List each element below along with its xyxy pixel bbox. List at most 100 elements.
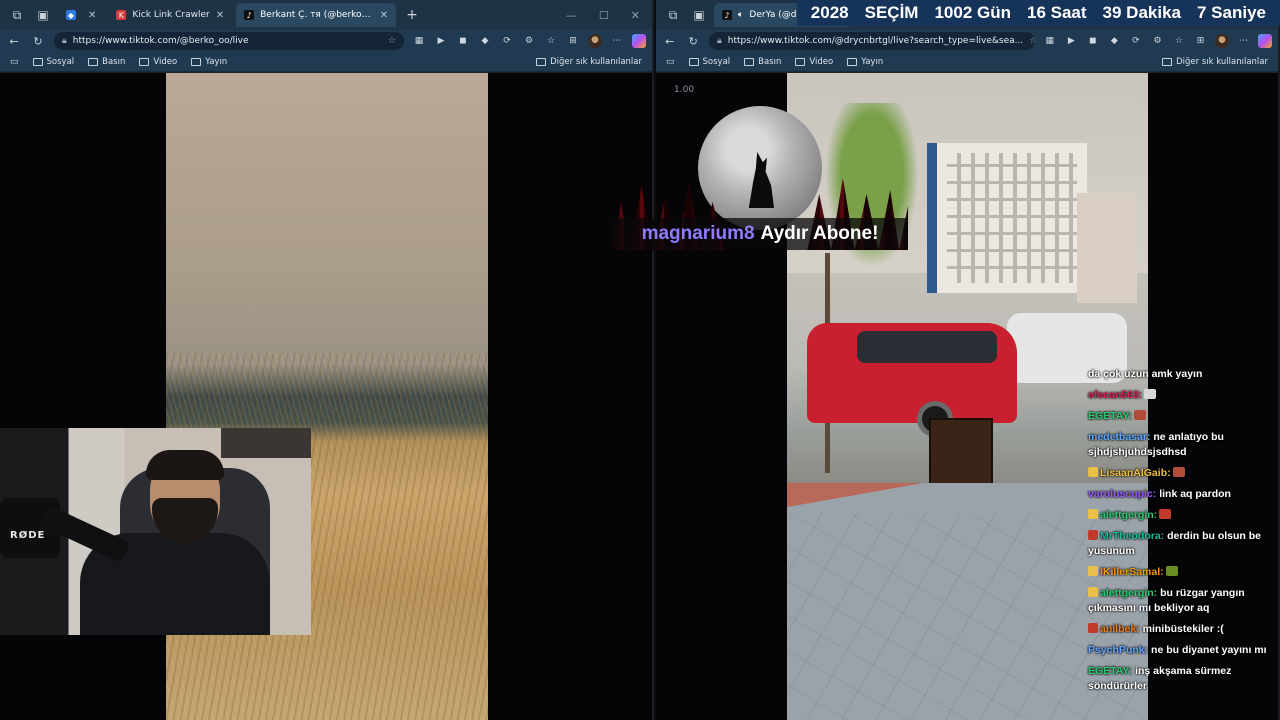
webcam-feed: RØDE (0, 428, 311, 635)
more-menu-icon[interactable]: ⋯ (610, 34, 624, 48)
refresh-icon[interactable]: ↻ (685, 33, 700, 49)
chat-badge-icon (1088, 530, 1098, 540)
tiktok-icon: ♪ (244, 10, 255, 20)
election-countdown: 2028 SEÇİM 1002 Gün 16 Saat 39 Dakika 7 … (796, 0, 1280, 26)
chat-message: efecan563: (1088, 388, 1278, 403)
address-bar[interactable]: 🔒︎ https://www.tiktok.com/@drycnbrtgl/li… (708, 32, 1035, 50)
red-car (807, 323, 1017, 437)
close-icon[interactable]: ✕ (88, 10, 96, 21)
extension-icon[interactable]: ⟳ (500, 34, 514, 48)
other-favorites[interactable]: Diğer sık kullanılanlar (536, 57, 642, 67)
close-icon[interactable]: ✕ (380, 10, 388, 21)
speaker-icon[interactable]: 🔈︎ (738, 10, 743, 20)
bookmark-basin[interactable]: Basın (744, 57, 781, 67)
new-tab-icon[interactable]: + (400, 7, 424, 23)
chat-message: anilbek: minibüstekiler :( (1088, 622, 1278, 637)
favorites-icon[interactable]: ☆ (1172, 34, 1186, 48)
bookmark-basin[interactable]: Basın (88, 57, 125, 67)
favorite-star-icon[interactable]: ☆ (1029, 36, 1035, 46)
extension-icon[interactable]: ▶ (1065, 34, 1079, 48)
chat-username: MrTheodora: (1100, 530, 1165, 542)
extension-icon[interactable]: ◼ (1086, 34, 1100, 48)
alert-username: magnarium8 (641, 223, 755, 244)
lock-icon: 🔒︎ (716, 36, 722, 46)
bookmark-video[interactable]: Video (795, 57, 833, 67)
favorite-star-icon[interactable]: ☆ (388, 36, 396, 46)
copilot-icon[interactable] (632, 34, 646, 48)
browser-window-left: ⧉ ▣ ◆ ✕ K Kick Link Crawler ✕ ♪ Berkant … (0, 0, 654, 720)
sidebar-toggle-icon[interactable]: ▭ (666, 57, 675, 67)
chat-message: MrTheodora: derdin bu olsun be yusunum (1088, 529, 1278, 559)
chat-username: anilbek: (1100, 623, 1140, 635)
address-bar[interactable]: 🔒︎ https://www.tiktok.com/@berko_oo/live… (54, 32, 404, 50)
chat-username: PsychPunk: (1088, 644, 1149, 656)
bookmark-yayin[interactable]: Yayın (847, 57, 883, 67)
bookmark-video[interactable]: Video (139, 57, 177, 67)
folder-icon (536, 57, 547, 66)
chat-message: varoluscupic: link aq pardon (1088, 487, 1278, 502)
extension-icon[interactable]: ◆ (1108, 34, 1122, 48)
workspaces-icon[interactable]: ⧉ (662, 4, 684, 26)
bookmark-sosyal[interactable]: Sosyal (32, 57, 74, 67)
chat-badge-icon (1088, 566, 1098, 576)
tab-kick-link-crawler[interactable]: K Kick Link Crawler ✕ (108, 3, 232, 27)
folder-icon (1162, 57, 1173, 66)
other-favorites[interactable]: Diğer sık kullanılanlar (1162, 57, 1268, 67)
shield-icon: ◆ (66, 10, 76, 20)
chat-badge-icon (1088, 467, 1098, 477)
close-icon[interactable]: ✕ (216, 10, 224, 21)
bookmarks-bar: ▭ Sosyal Basın Video Yayın Diğer sık kul… (0, 52, 652, 72)
chat-emote-icon (1144, 389, 1157, 399)
chat-message: PsychPunk: ne bu diyanet yayını mı (1088, 643, 1278, 658)
extensions-puzzle-icon[interactable]: ⚙ (522, 34, 536, 48)
chat-badge-icon (1088, 623, 1098, 633)
chat-emote-icon (1134, 410, 1147, 420)
collections-icon[interactable]: ⊞ (566, 34, 580, 48)
collections-icon[interactable]: ⊞ (1194, 34, 1208, 48)
chat-message: EGETAY: inş akşama sürmez söndürürler (1088, 664, 1278, 694)
tab-actions-icon[interactable]: ▣ (688, 4, 710, 26)
countdown-title: SEÇİM (864, 3, 919, 22)
extension-icon[interactable]: ◼ (456, 34, 470, 48)
bookmark-yayin[interactable]: Yayın (191, 57, 227, 67)
tab-berkant-live[interactable]: ♪ Berkant Ç. тя (@berko_oo) CANLI ✕ (236, 3, 397, 27)
folder-icon (795, 57, 806, 66)
zoom-level: 1.00 (674, 85, 695, 95)
sidebar-toggle-icon[interactable]: ▭ (10, 57, 19, 67)
minimize-icon[interactable]: — (566, 9, 577, 22)
streamer-hair (146, 450, 224, 480)
favorites-icon[interactable]: ☆ (544, 34, 558, 48)
extension-icon[interactable]: ▦ (1043, 34, 1057, 48)
extension-icon[interactable]: ⟳ (1129, 34, 1143, 48)
refresh-icon[interactable]: ↻ (30, 33, 46, 49)
building-windows (947, 153, 1077, 283)
bookmark-sosyal[interactable]: Sosyal (688, 57, 730, 67)
desktop: ⧉ ▣ ◆ ✕ K Kick Link Crawler ✕ ♪ Berkant … (0, 0, 1280, 720)
extension-icon[interactable]: ▶ (434, 34, 448, 48)
chat-username: EGETAY: (1088, 665, 1133, 677)
back-icon[interactable]: ← (662, 33, 677, 49)
chat-text: da çok uzun amk yayın (1088, 368, 1203, 380)
close-window-icon[interactable]: ✕ (631, 9, 640, 22)
extension-icon[interactable]: ▦ (412, 34, 426, 48)
folder-icon (847, 57, 858, 66)
extensions-puzzle-icon[interactable]: ⚙ (1151, 34, 1165, 48)
mic-brand-logo: RØDE (10, 530, 46, 541)
extension-icon[interactable]: ◆ (478, 34, 492, 48)
more-menu-icon[interactable]: ⋯ (1237, 34, 1251, 48)
tab-0[interactable]: ◆ ✕ (58, 3, 104, 27)
maximize-icon[interactable]: ☐ (599, 9, 609, 22)
countdown-seconds: 7 Saniye (1197, 3, 1266, 22)
folder-icon (88, 57, 99, 66)
back-icon[interactable]: ← (6, 33, 22, 49)
tab-strip: ⧉ ▣ ◆ ✕ K Kick Link Crawler ✕ ♪ Berkant … (0, 0, 652, 30)
workspaces-icon[interactable]: ⧉ (6, 4, 28, 26)
folder-icon (139, 57, 150, 66)
profile-avatar[interactable] (1215, 34, 1229, 48)
profile-avatar[interactable] (588, 34, 602, 48)
tab-actions-icon[interactable]: ▣ (32, 4, 54, 26)
chat-username: EGETAY: (1088, 410, 1133, 422)
folder-icon (32, 57, 43, 66)
kick-favicon-icon: K (116, 10, 127, 20)
copilot-icon[interactable] (1258, 34, 1272, 48)
